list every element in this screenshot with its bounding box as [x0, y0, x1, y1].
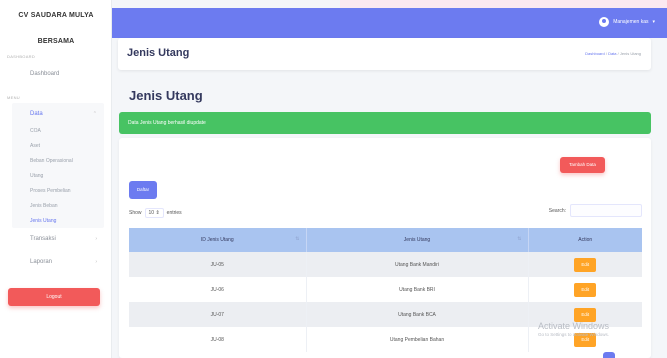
sidebar-subitem-jenis-beban[interactable]: Jenis Beban — [30, 203, 58, 209]
column-header-name[interactable]: Jenis Utang ⇅ — [306, 228, 529, 252]
sidebar-subitem-jenis-utang[interactable]: Jenis Utang — [30, 218, 56, 224]
table-row: JU-05 Utang Bank Mandiri Edit — [129, 252, 642, 277]
brand-name-line1: CV SAUDARA MULYA — [18, 12, 94, 19]
section-header: Jenis Utang Dashboard / Data / Jenis Uta… — [118, 38, 651, 70]
watermark-subtitle: Go to Settings to activate Windows. — [538, 332, 610, 337]
submenu-data — [12, 103, 104, 228]
list-button[interactable]: Daftar — [129, 181, 157, 199]
watermark-title: Activate Windows — [538, 321, 610, 331]
search-label: Search: — [548, 207, 566, 214]
brand-name-line2: BERSAMA — [37, 38, 75, 45]
sidebar-subitem-utang[interactable]: Utang — [30, 173, 43, 179]
chevron-right-icon: › — [95, 236, 97, 242]
user-name: Manajemen kas — [613, 19, 649, 25]
top-strip — [340, 0, 667, 8]
breadcrumb-data[interactable]: Data — [608, 51, 616, 56]
edit-button[interactable]: Edit — [574, 282, 597, 297]
activate-windows-watermark: Activate Windows Go to Settings to activ… — [538, 321, 609, 337]
sidebar: CV SAUDARA MULYA BERSAMA DASHBOARD Dashb… — [0, 0, 112, 358]
entries-select[interactable]: 10 ⇕ — [144, 208, 164, 218]
scroll-to-top-button[interactable] — [603, 352, 615, 358]
edit-button[interactable]: Edit — [574, 307, 597, 322]
sidebar-subitem-coa[interactable]: COA — [30, 128, 41, 134]
column-header-action: Action — [528, 228, 642, 252]
cell-name: Utang Pembelian Bahan — [306, 327, 529, 352]
cell-name: Utang Bank BRI — [306, 277, 529, 302]
cell-id: JU-07 — [129, 302, 307, 327]
search-input[interactable] — [570, 204, 642, 217]
cell-id: JU-05 — [129, 252, 307, 277]
show-label: Show — [129, 210, 142, 216]
section-header-title: Jenis Utang — [127, 47, 190, 59]
chevron-up-icon: ⌃ — [92, 111, 97, 117]
breadcrumb: Dashboard / Data / Jenis Utang — [585, 51, 641, 56]
breadcrumb-dashboard[interactable]: Dashboard — [585, 51, 605, 56]
logout-button[interactable]: Logout — [8, 288, 100, 306]
entries-label: entries — [166, 210, 182, 216]
top-navbar: Manajemen kas ▾ — [112, 8, 667, 38]
search-box: Search: — [549, 204, 642, 217]
page-title: Jenis Utang — [129, 88, 203, 103]
add-data-button[interactable]: Tambah Data — [560, 157, 605, 173]
chevron-right-icon: › — [95, 259, 97, 265]
section-label-menu: MENU — [7, 95, 20, 100]
avatar — [599, 17, 610, 27]
column-header-id[interactable]: ID Jenis Utang ⇅ — [129, 228, 307, 252]
cell-name: Utang Bank BCA — [306, 302, 529, 327]
sidebar-subitem-aset[interactable]: Aset — [30, 143, 40, 149]
caret-down-icon: ▾ — [652, 19, 655, 25]
user-menu[interactable]: Manajemen kas ▾ — [599, 17, 655, 27]
sort-arrows-icon: ⇕ — [155, 210, 160, 216]
breadcrumb-current: Jenis Utang — [619, 51, 641, 56]
cell-id: JU-08 — [129, 327, 307, 352]
sidebar-subitem-proses-pembelian[interactable]: Proses Pembelian — [30, 188, 71, 194]
table-row: JU-06 Utang Bank BRI Edit — [129, 277, 642, 302]
cell-id: JU-06 — [129, 277, 307, 302]
section-label-dashboard: DASHBOARD — [7, 54, 36, 59]
show-entries: Show 10 ⇕ entries — [129, 208, 182, 218]
sort-icon: ⇅ — [517, 236, 522, 242]
edit-button[interactable]: Edit — [574, 257, 597, 272]
sidebar-item-dashboard[interactable]: Dashboard — [0, 71, 112, 77]
cell-name: Utang Bank Mandiri — [306, 252, 529, 277]
success-alert: Data Jenis Utang berhasil diupdate — [119, 112, 651, 134]
sort-icon: ⇅ — [295, 236, 300, 242]
sidebar-subitem-beban-operasional[interactable]: Beban Operasional — [30, 158, 73, 164]
